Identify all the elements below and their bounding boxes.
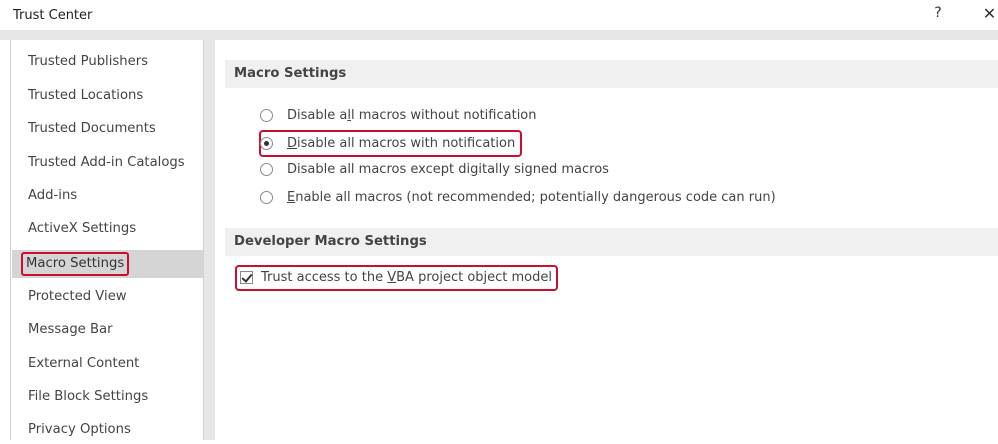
sidebar-item-label: Trusted Publishers xyxy=(28,54,149,69)
sidebar-item-label: Macro Settings xyxy=(21,252,130,276)
panel-divider xyxy=(204,40,215,440)
sidebar-item-label: Trusted Locations xyxy=(28,88,144,103)
sidebar-item-label: Privacy Options xyxy=(28,422,131,437)
sidebar-item-label: File Block Settings xyxy=(28,389,149,404)
sidebar-item-label: Add-ins xyxy=(28,188,78,203)
help-button[interactable]: ? xyxy=(930,5,946,23)
dialog-title: Trust Center xyxy=(13,8,93,23)
dialog-background-band xyxy=(0,30,998,40)
sidebar-item-message-bar[interactable]: Message Bar xyxy=(12,316,204,344)
checkbox-checked[interactable] xyxy=(240,271,253,284)
close-button[interactable]: ✕ xyxy=(981,4,998,24)
title-bar: Trust Center ? ✕ xyxy=(0,0,998,30)
sidebar-item-trusted-locations[interactable]: Trusted Locations xyxy=(12,82,204,110)
sidebar-item-trusted-documents[interactable]: Trusted Documents xyxy=(12,115,204,143)
developer-macro-settings-header: Developer Macro Settings xyxy=(225,228,998,256)
sidebar-item-macro-settings[interactable]: Macro Settings xyxy=(12,250,204,278)
radio-button[interactable] xyxy=(260,163,273,176)
sidebar-item-label: External Content xyxy=(28,356,140,371)
sidebar-item-trusted-publishers[interactable]: Trusted Publishers xyxy=(12,48,204,76)
sidebar-item-external-content[interactable]: External Content xyxy=(12,350,204,378)
sidebar-item-add-ins[interactable]: Add-ins xyxy=(12,182,204,210)
sidebar-item-trusted-add-in-catalogs[interactable]: Trusted Add-in Catalogs xyxy=(12,149,204,177)
radio-option-label: Disable all macros without notification xyxy=(287,108,537,123)
sidebar-item-label: Trusted Add-in Catalogs xyxy=(28,155,185,170)
sidebar-item-label: Protected View xyxy=(28,289,127,304)
radio-button[interactable] xyxy=(260,191,273,204)
radio-option-label: Enable all macros (not recommended; pote… xyxy=(287,190,776,205)
radio-option-label: Disable all macros except digitally sign… xyxy=(287,162,609,177)
sidebar-item-file-block-settings[interactable]: File Block Settings xyxy=(12,383,204,411)
content-panel: Macro Settings Disable all macros withou… xyxy=(215,40,998,440)
sidebar-item-protected-view[interactable]: Protected View xyxy=(12,283,204,311)
radio-option-label: Disable all macros with notification xyxy=(287,136,516,151)
sidebar-item-label: Trusted Documents xyxy=(28,121,156,136)
sidebar-item-label: ActiveX Settings xyxy=(28,221,137,236)
macro-settings-header: Macro Settings xyxy=(225,60,998,88)
radio-button[interactable] xyxy=(260,109,273,122)
sidebar: Trusted Publishers Trusted Locations Tru… xyxy=(10,40,204,440)
sidebar-item-label: Message Bar xyxy=(28,322,113,337)
checkbox-label: Trust access to the VBA project object m… xyxy=(261,270,552,285)
radio-button-selected[interactable] xyxy=(260,137,273,150)
sidebar-item-activex-settings[interactable]: ActiveX Settings xyxy=(12,215,204,243)
